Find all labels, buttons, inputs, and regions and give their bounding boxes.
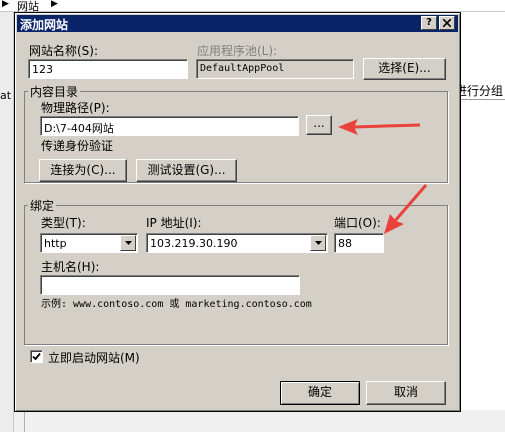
type-label: 类型(T): [41, 216, 86, 230]
background-toolbar [0, 0, 505, 12]
connect-as-button[interactable]: 连接为(C)... [39, 159, 127, 182]
physical-path-label: 物理路径(P): [41, 101, 110, 115]
annotation-arrow [338, 119, 421, 135]
ip-address-label: IP 地址(I): [146, 216, 202, 230]
dialog-title-bar[interactable]: 添加网站 ? [17, 15, 458, 32]
annotation-arrow [384, 184, 428, 234]
breadcrumb-arrow-icon[interactable]: ▶ [51, 0, 58, 9]
breadcrumb-arrow-icon[interactable]: ▶ [2, 0, 9, 9]
test-settings-button[interactable]: 测试设置(G)... [136, 159, 237, 182]
chevron-down-icon [315, 241, 322, 245]
pass-through-auth-label: 传递身份验证 [41, 139, 114, 153]
background-status-strip [14, 410, 505, 432]
background-left-pane [0, 12, 14, 432]
start-site-label[interactable]: 立即启动网站(M) [48, 349, 140, 366]
browse-button[interactable]: ... [306, 115, 332, 135]
physical-path-input[interactable]: D:\7-404网站 [40, 116, 299, 136]
type-select[interactable]: http [40, 233, 138, 253]
chevron-down-icon [125, 241, 132, 245]
hostname-input[interactable] [40, 275, 300, 295]
type-dropdown-button[interactable] [120, 235, 136, 251]
background-divider [455, 99, 505, 100]
port-label: 端口(O): [334, 216, 381, 230]
port-input[interactable]: 88 [334, 233, 384, 253]
ip-address-select[interactable]: 103.219.30.190 [146, 233, 328, 253]
checkmark-icon [32, 352, 41, 361]
ip-dropdown-button[interactable] [310, 235, 326, 251]
dialog-title: 添加网站 [20, 18, 69, 32]
content-directory-title: 内容目录 [28, 83, 81, 100]
app-pool-label: 应用程序池(L): [197, 44, 278, 58]
cancel-button[interactable]: 取消 [366, 381, 446, 405]
start-site-checkbox[interactable] [30, 350, 43, 363]
background-left-text: at [0, 89, 12, 102]
ip-address-value: 103.219.30.190 [150, 237, 238, 250]
hostname-example: 示例: www.contoso.com 或 marketing.contoso.… [41, 299, 312, 310]
hostname-label: 主机名(H): [41, 260, 100, 274]
ok-button[interactable]: 确定 [280, 381, 360, 405]
close-button[interactable] [439, 16, 455, 30]
binding-title: 绑定 [28, 197, 57, 214]
close-icon [442, 18, 452, 28]
background-group-by-text: 进行分组 [455, 84, 504, 98]
app-pool-field: DefaultAppPool [196, 59, 354, 79]
help-button[interactable]: ? [421, 16, 437, 30]
type-select-value: http [44, 237, 67, 250]
site-name-input[interactable]: 123 [28, 59, 188, 79]
select-app-pool-button[interactable]: 选择(E)... [363, 58, 446, 80]
background-divider [24, 412, 25, 432]
site-name-label: 网站名称(S): [29, 44, 99, 58]
